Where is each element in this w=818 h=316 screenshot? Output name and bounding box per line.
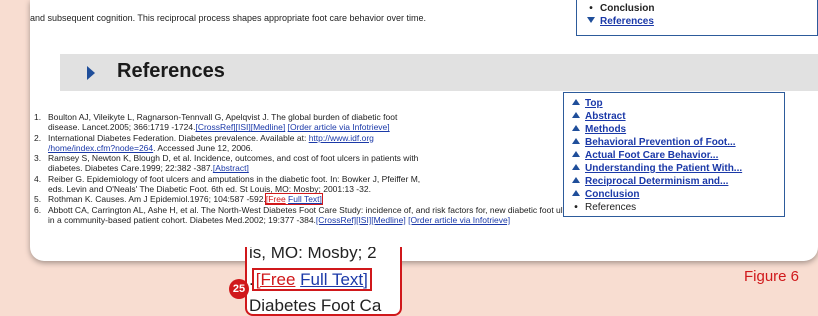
toc-item-abstract[interactable]: Abstract xyxy=(572,110,784,123)
toc-item-actual-foot-care[interactable]: Actual Foot Care Behavior... xyxy=(572,149,784,162)
toc-item-conclusion[interactable]: Conclusion xyxy=(572,188,784,201)
toc-item-top[interactable]: Top xyxy=(572,97,784,110)
reference-item-3: 3. Ramsey S, Newton K, Blough D, et al. … xyxy=(34,153,419,174)
arrow-down-icon xyxy=(587,17,595,23)
reference-item-4: 4. Reiber G. Epidemiology of foot ulcers… xyxy=(34,173,421,195)
toc-box: Top Abstract Methods Behavioral Preventi… xyxy=(563,92,785,217)
toc-item-behavioral-prevention[interactable]: Behavioral Prevention of Foot... xyxy=(572,136,784,149)
reference-list: 1. Boulton AJ, Vileikyte L, Ragnarson-Te… xyxy=(30,112,593,225)
arrow-up-icon xyxy=(572,177,580,183)
abstract-link[interactable]: [Abstract] xyxy=(213,163,249,173)
callout-badge: 25 xyxy=(229,279,249,299)
arrow-up-icon xyxy=(572,112,580,118)
intro-text: and subsequent cognition. This reciproca… xyxy=(30,13,427,23)
toc-top-item-references[interactable]: References xyxy=(587,15,817,28)
idf-path-link[interactable]: /home/index.cfm?node=264 xyxy=(48,143,153,153)
reference-item-5: 5. Rothman K. Causes. Am J Epidemiol.197… xyxy=(34,193,323,206)
crossref-link[interactable]: [CrossRef] xyxy=(195,122,235,132)
isi-link[interactable]: [ISI] xyxy=(356,215,371,225)
order-article-link[interactable]: [Order article via Infotrieve] xyxy=(408,215,510,225)
toc-item-understanding-patient[interactable]: Understanding the Patient With... xyxy=(572,162,784,175)
reference-item-1: 1. Boulton AJ, Vileikyte L, Ragnarson-Te… xyxy=(34,112,398,133)
article-panel: and subsequent cognition. This reciproca… xyxy=(30,0,818,261)
reference-item-2: 2. International Diabetes Federation. Di… xyxy=(34,132,374,153)
toc-top-link-references[interactable]: References xyxy=(600,16,654,27)
idf-url-link[interactable]: http://www.idf.org xyxy=(309,133,374,143)
arrow-up-icon xyxy=(572,138,580,144)
toc-item-references: • References xyxy=(572,201,784,214)
references-heading-bar: References xyxy=(60,54,818,91)
arrow-up-icon xyxy=(572,151,580,157)
arrow-up-icon xyxy=(572,190,580,196)
figure-label: Figure 6 xyxy=(744,268,800,285)
section-arrow-icon xyxy=(87,66,95,80)
bullet-icon: • xyxy=(574,202,578,213)
toc-top-box: • Conclusion References xyxy=(576,0,818,36)
bullet-icon: • xyxy=(589,3,593,14)
toc-top-item-conclusion: • Conclusion xyxy=(587,2,817,15)
arrow-up-icon xyxy=(572,99,580,105)
arrow-up-icon xyxy=(572,164,580,170)
zoom-magnifier: is, MO: Mosby; 2 . [Free Full Text] Diabe… xyxy=(245,247,402,316)
free-full-text-link[interactable]: [Free Full Text] xyxy=(264,193,323,206)
zoom-free-full-text-link[interactable]: [Free Full Text] xyxy=(251,268,372,291)
order-article-link[interactable]: [Order article via Infotrieve] xyxy=(288,122,390,132)
toc-item-methods[interactable]: Methods xyxy=(572,123,784,136)
references-heading: References xyxy=(117,60,225,82)
toc-item-reciprocal-determinism[interactable]: Reciprocal Determinism and... xyxy=(572,175,784,188)
medline-link[interactable]: [Medline] xyxy=(371,215,406,225)
crossref-link[interactable]: [CrossRef] xyxy=(316,215,356,225)
arrow-up-icon xyxy=(572,125,580,131)
medline-link[interactable]: [Medline] xyxy=(251,122,286,132)
isi-link[interactable]: [ISI] xyxy=(236,122,251,132)
